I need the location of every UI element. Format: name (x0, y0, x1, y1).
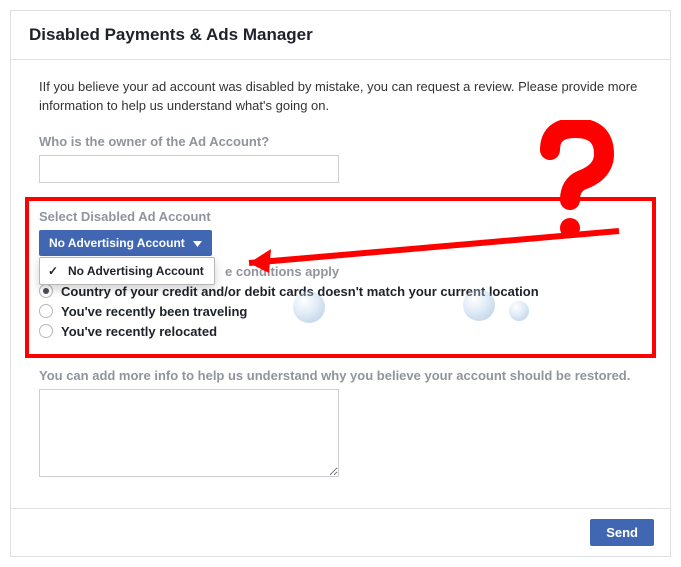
checkmark-icon: ✓ (48, 264, 62, 278)
radio-icon[interactable] (39, 324, 53, 338)
caret-down-icon (193, 236, 202, 250)
more-info-label: You can add more info to help us underst… (39, 368, 642, 383)
condition-label: You've recently relocated (61, 324, 217, 339)
account-dropdown-option[interactable]: ✓ No Advertising Account (40, 258, 214, 284)
account-dropdown-menu: ✓ No Advertising Account (39, 257, 215, 285)
condition-row[interactable]: You've recently been traveling (39, 304, 642, 319)
more-info-textarea[interactable] (39, 389, 339, 477)
radio-icon[interactable] (39, 304, 53, 318)
highlighted-section: Select Disabled Ad Account No Advertisin… (25, 197, 656, 358)
owner-section: Who is the owner of the Ad Account? (39, 134, 642, 183)
form-card: Disabled Payments & Ads Manager IIf you … (10, 10, 671, 557)
conditions-label: e conditions apply (225, 264, 642, 279)
radio-icon[interactable] (39, 284, 53, 298)
account-dropdown-button[interactable]: No Advertising Account (39, 230, 212, 256)
card-body: IIf you believe your ad account was disa… (11, 60, 670, 508)
owner-label: Who is the owner of the Ad Account? (39, 134, 642, 149)
account-dropdown-text: No Advertising Account (49, 236, 185, 250)
more-info-section: You can add more info to help us underst… (39, 368, 642, 480)
owner-input[interactable] (39, 155, 339, 183)
condition-label: You've recently been traveling (61, 304, 247, 319)
select-account-label: Select Disabled Ad Account (39, 209, 642, 224)
page-title: Disabled Payments & Ads Manager (29, 25, 652, 45)
condition-row[interactable]: You've recently relocated (39, 324, 642, 339)
card-header: Disabled Payments & Ads Manager (11, 11, 670, 60)
account-dropdown-option-label: No Advertising Account (68, 264, 204, 278)
condition-row[interactable]: Country of your credit and/or debit card… (39, 284, 642, 299)
condition-label: Country of your credit and/or debit card… (61, 284, 539, 299)
send-button[interactable]: Send (590, 519, 654, 546)
intro-text: IIf you believe your ad account was disa… (39, 78, 642, 116)
card-footer: Send (11, 508, 670, 556)
